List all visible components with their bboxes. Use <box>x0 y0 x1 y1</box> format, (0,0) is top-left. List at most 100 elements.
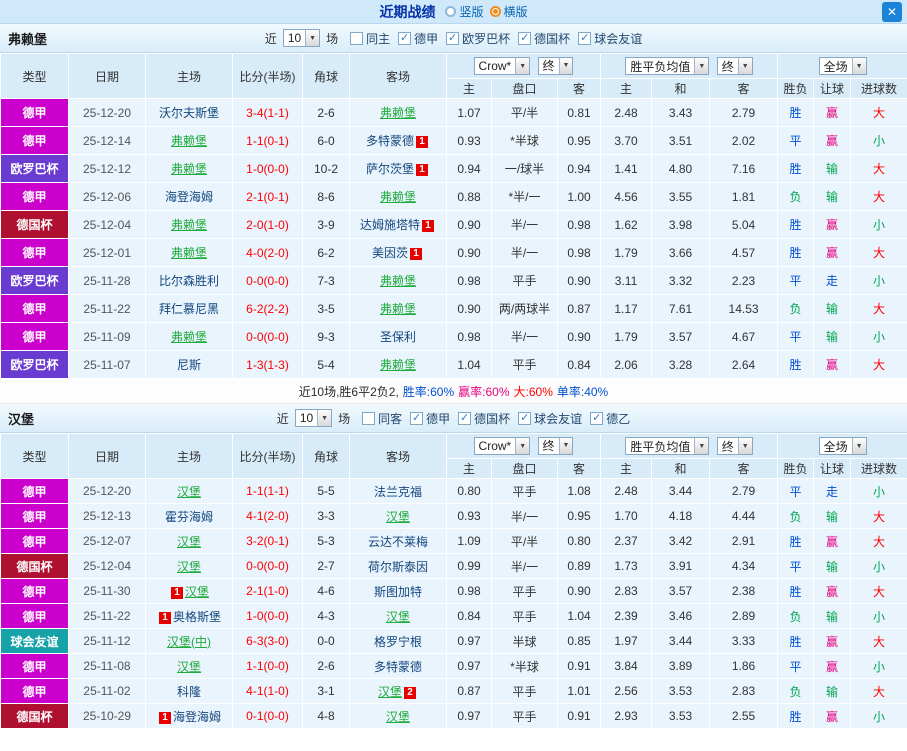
wdl-period-dropdown[interactable]: 终 ▼ <box>716 57 753 75</box>
col-home: 主场 <box>145 53 233 99</box>
away-team-link[interactable]: 弗赖堡 <box>380 190 416 204</box>
away-win-odds-cell: 2.83 <box>709 678 779 704</box>
checkbox-icon[interactable]: ✓ <box>446 31 460 45</box>
match-count-dropdown[interactable]: 10 ▼ <box>282 29 321 47</box>
checkbox-icon[interactable] <box>362 411 376 425</box>
draw-odds-cell: 3.66 <box>651 238 711 267</box>
checkbox-icon[interactable]: ✓ <box>590 411 604 425</box>
checkbox-icon[interactable]: ✓ <box>578 31 592 45</box>
checkbox-icon[interactable]: ✓ <box>458 411 472 425</box>
away-team-link[interactable]: 汉堡 <box>386 510 410 524</box>
team-section-hamburg: 汉堡 近 10 ▼ 场 同客 ✓ 德甲 ✓ 德国杯 ✓ 球会友谊 ✓ 德乙 类型 日期 主场 比… <box>0 404 907 729</box>
layout-radio-horizontal[interactable]: 横版 <box>489 3 528 20</box>
wdl-avg-dropdown[interactable]: 胜平负均值 ▼ <box>625 57 710 75</box>
wdl-period-dropdown[interactable]: 终 ▼ <box>716 437 753 455</box>
checkbox-icon[interactable]: ✓ <box>518 31 532 45</box>
close-button[interactable]: ✕ <box>882 2 902 22</box>
home-team-link[interactable]: 比尔森胜利 <box>159 274 219 288</box>
home-team-link[interactable]: 尼斯 <box>177 358 201 372</box>
home-team-link[interactable]: 弗赖堡 <box>171 162 207 176</box>
radio-unselected-icon[interactable] <box>445 6 457 17</box>
home-team-link[interactable]: 汉堡 <box>177 535 201 549</box>
away-team-link[interactable]: 汉堡 <box>378 685 402 699</box>
away-team-link[interactable]: 美因茨 <box>372 246 408 260</box>
home-team-link[interactable]: 弗赖堡 <box>171 218 207 232</box>
checkbox-icon[interactable]: ✓ <box>398 31 412 45</box>
odds-source-dropdown[interactable]: Crow* ▼ <box>473 57 531 76</box>
checkbox-icon[interactable]: ✓ <box>518 411 532 425</box>
chevron-down-icon: ▼ <box>851 438 866 454</box>
result-goals-cell: 小 <box>850 266 907 295</box>
away-team-link[interactable]: 法兰克福 <box>374 485 422 499</box>
home-win-odds-cell: 1.41 <box>600 154 653 183</box>
home-team-link[interactable]: 沃尔夫斯堡 <box>159 106 219 120</box>
away-team-link[interactable]: 汉堡 <box>386 710 410 724</box>
result-handicap-cell: 走 <box>813 478 852 504</box>
match-count-dropdown[interactable]: 10 ▼ <box>294 409 333 427</box>
home-team-link[interactable]: 弗赖堡 <box>171 330 207 344</box>
ah-away-odds-cell: 0.94 <box>556 154 602 183</box>
away-team-link[interactable]: 斯图加特 <box>374 585 422 599</box>
home-team-link[interactable]: 弗赖堡 <box>171 246 207 260</box>
draw-odds-cell: 3.53 <box>651 703 711 729</box>
home-team-link[interactable]: 汉堡(中) <box>167 635 211 649</box>
away-team-link[interactable]: 多特蒙德 <box>366 134 414 148</box>
home-team-link[interactable]: 弗赖堡 <box>171 134 207 148</box>
scope-dropdown[interactable]: 全场 ▼ <box>818 57 867 75</box>
odds-period-dropdown[interactable]: 终 ▼ <box>537 436 574 455</box>
away-team-link[interactable]: 弗赖堡 <box>380 302 416 316</box>
home-team-link[interactable]: 拜仁慕尼黑 <box>159 302 219 316</box>
filter-checkbox-1[interactable]: ✓ 德甲 <box>410 410 450 427</box>
team-section-freiburg: 弗赖堡 近 10 ▼ 场 同主 ✓ 德甲 ✓ 欧罗巴杯 ✓ 德国杯 ✓ 球会友谊 类型 日期 主… <box>0 24 907 404</box>
odds-source-dropdown[interactable]: Crow* ▼ <box>473 437 531 456</box>
checkbox-icon[interactable] <box>350 31 364 45</box>
filter-checkbox-4[interactable]: ✓ 球会友谊 <box>578 30 642 47</box>
result-wdl-cell: 胜 <box>777 98 815 127</box>
away-team-link[interactable]: 格罗宁根 <box>374 635 422 649</box>
home-team-link[interactable]: 霍芬海姆 <box>165 510 213 524</box>
away-team-link[interactable]: 云达不莱梅 <box>368 535 428 549</box>
home-team-link[interactable]: 汉堡 <box>177 485 201 499</box>
result-scope-group: 全场 ▼ <box>777 433 907 459</box>
filter-checkbox-2[interactable]: ✓ 德国杯 <box>458 410 510 427</box>
away-team-link[interactable]: 弗赖堡 <box>380 358 416 372</box>
match-row: 德甲 25-12-13 霍芬海姆 4-1(2-0) 3-3 汉堡 0.93 半/一 0.95 1.… <box>0 503 907 529</box>
radio-selected-icon[interactable] <box>489 6 501 17</box>
filter-checkbox-3[interactable]: ✓ 德国杯 <box>518 30 570 47</box>
home-team-link[interactable]: 奥格斯堡 <box>173 610 221 624</box>
home-team-link[interactable]: 汉堡 <box>177 560 201 574</box>
filter-checkbox-1[interactable]: ✓ 德甲 <box>398 30 438 47</box>
ah-away-odds-cell: 0.85 <box>556 628 602 654</box>
home-team-link[interactable]: 科隆 <box>177 685 201 699</box>
away-team-link[interactable]: 达姆施塔特 <box>360 218 420 232</box>
away-team-link[interactable]: 荷尔斯泰因 <box>368 560 428 574</box>
home-team-link[interactable]: 汉堡 <box>185 585 209 599</box>
filter-checkbox-0[interactable]: 同主 <box>350 30 390 47</box>
home-team-cell: 弗赖堡 <box>145 210 233 239</box>
layout-radio-vertical[interactable]: 竖版 <box>445 3 484 20</box>
checkbox-icon[interactable]: ✓ <box>410 411 424 425</box>
wdl-avg-dropdown[interactable]: 胜平负均值 ▼ <box>625 437 710 455</box>
ah-away-odds-cell: 0.95 <box>556 126 602 155</box>
away-win-odds-cell: 3.33 <box>709 628 779 654</box>
away-team-link[interactable]: 弗赖堡 <box>380 274 416 288</box>
home-team-link[interactable]: 海登海姆 <box>173 710 221 724</box>
home-team-link[interactable]: 海登海姆 <box>165 190 213 204</box>
scope-dropdown[interactable]: 全场 ▼ <box>818 437 867 455</box>
away-team-link[interactable]: 萨尔茨堡 <box>366 162 414 176</box>
away-team-link[interactable]: 汉堡 <box>386 610 410 624</box>
filter-checkbox-4[interactable]: ✓ 德乙 <box>590 410 630 427</box>
handicap-cell: 半/一 <box>491 503 558 529</box>
filter-checkbox-3[interactable]: ✓ 球会友谊 <box>518 410 582 427</box>
home-win-odds-cell: 1.17 <box>600 294 653 323</box>
away-team-link[interactable]: 弗赖堡 <box>380 106 416 120</box>
away-team-link[interactable]: 多特蒙德 <box>374 660 422 674</box>
filter-checkbox-0[interactable]: 同客 <box>362 410 402 427</box>
odds-period-dropdown[interactable]: 终 ▼ <box>537 56 574 75</box>
chevron-down-icon: ▼ <box>737 58 752 74</box>
ah-away-odds-cell: 1.00 <box>556 182 602 211</box>
away-team-link[interactable]: 圣保利 <box>380 330 416 344</box>
home-team-link[interactable]: 汉堡 <box>177 660 201 674</box>
filter-checkbox-2[interactable]: ✓ 欧罗巴杯 <box>446 30 510 47</box>
home-team-cell: 沃尔夫斯堡 <box>145 98 233 127</box>
